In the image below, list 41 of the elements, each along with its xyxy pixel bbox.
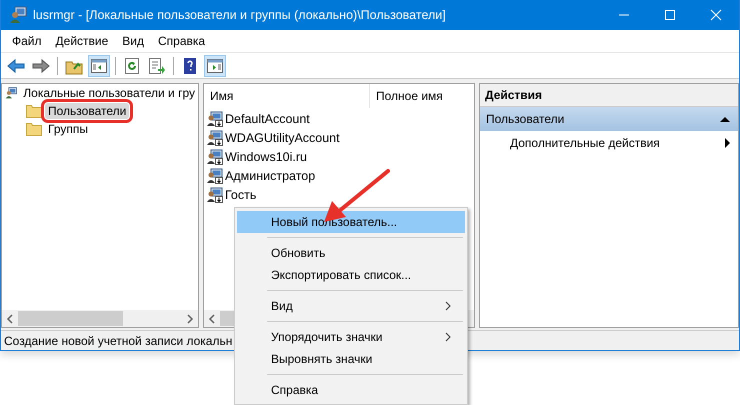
tree-item[interactable]: Пользователи [45, 103, 130, 119]
user-icon [207, 186, 223, 202]
user-icon [207, 168, 223, 184]
tree-item[interactable]: Локальные пользователи и гру [20, 85, 198, 101]
context-menu-item[interactable]: Справка [237, 379, 465, 401]
actions-section[interactable]: Пользователи [480, 107, 738, 131]
action-item[interactable]: Дополнительные действия [510, 136, 660, 150]
user-name[interactable]: Гость [225, 188, 256, 202]
actions-header: Действия [480, 84, 738, 107]
console-tree-button[interactable] [88, 54, 110, 76]
folder-icon [26, 122, 42, 136]
menu-item[interactable]: Файл [5, 34, 49, 48]
collapse-icon [720, 116, 730, 122]
column-header[interactable]: Полное имя [370, 84, 474, 108]
menu-item[interactable]: Действие [48, 34, 116, 48]
user-name[interactable]: Администратор [225, 168, 316, 182]
context-menu-item[interactable]: Новый пользователь... [237, 211, 465, 233]
submenu-arrow-icon [725, 138, 730, 148]
horizontal-scrollbar[interactable] [2, 310, 198, 327]
context-menu-item[interactable]: Обновить [237, 242, 465, 264]
context-menu-item[interactable]: Упорядочить значки [237, 326, 465, 348]
menu-item[interactable]: Вид [115, 34, 151, 48]
user-icon [207, 148, 223, 164]
window-title: lusrmgr - [Локальные пользователи и группы (локально)\Пользователи] [33, 8, 446, 22]
user-name[interactable]: WDAGUtilityAccount [225, 130, 340, 144]
status-text: Создание новой учетной записи локальн [4, 334, 232, 348]
users-computer-icon [5, 85, 18, 101]
menu-item[interactable]: Справка [151, 34, 212, 48]
context-menu-item[interactable]: Экспортировать список... [237, 264, 465, 286]
action-pane-button[interactable] [204, 54, 226, 76]
user-icon [207, 110, 223, 126]
folder-icon [26, 104, 42, 118]
context-menu-item[interactable]: Вид [237, 295, 465, 317]
column-header[interactable]: Имя [204, 84, 370, 108]
tree-item[interactable]: Группы [45, 121, 91, 137]
users-computer-icon [9, 6, 27, 24]
context-menu-item[interactable]: Выровнять значки [237, 348, 465, 370]
scrollbar-thumb[interactable] [18, 311, 123, 326]
user-icon [207, 130, 223, 146]
user-name[interactable]: DefaultAccount [225, 112, 310, 126]
user-name[interactable]: Windows10i.ru [225, 150, 307, 164]
